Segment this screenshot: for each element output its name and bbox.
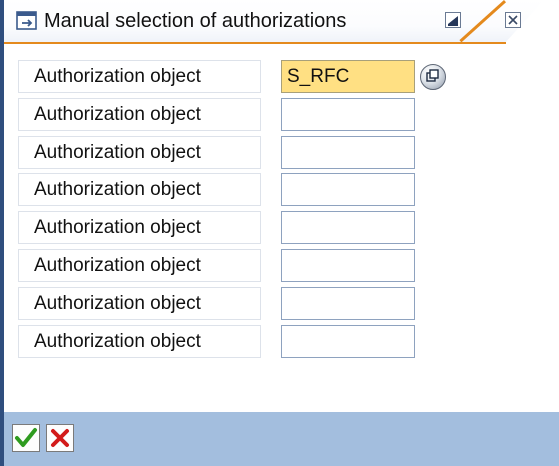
window-icon bbox=[16, 11, 37, 30]
dialog-title: Manual selection of authorizations bbox=[44, 10, 347, 32]
search-help-icon bbox=[426, 69, 439, 82]
cancel-icon bbox=[51, 429, 69, 447]
authorization-object-field[interactable] bbox=[281, 211, 415, 244]
close-icon bbox=[508, 15, 518, 25]
authorization-object-label: Authorization object bbox=[18, 325, 261, 358]
authorization-object-label: Authorization object bbox=[18, 249, 261, 282]
authorization-object-field[interactable] bbox=[281, 173, 415, 206]
ok-button[interactable] bbox=[12, 424, 40, 452]
authorization-object-label: Authorization object bbox=[18, 287, 261, 320]
dialog-left-frame bbox=[0, 0, 4, 466]
cancel-button[interactable] bbox=[46, 424, 74, 452]
authorization-dialog: Manual selection of authorizations Autho… bbox=[0, 0, 559, 466]
authorization-object-field[interactable] bbox=[281, 136, 415, 169]
dialog-footer bbox=[4, 412, 559, 466]
authorization-object-field[interactable] bbox=[281, 249, 415, 282]
title-bar[interactable]: Manual selection of authorizations bbox=[4, 0, 559, 50]
authorization-object-label: Authorization object bbox=[18, 173, 261, 206]
authorization-object-label: Authorization object bbox=[18, 136, 261, 169]
authorization-object-field[interactable] bbox=[281, 287, 415, 320]
authorization-object-label: Authorization object bbox=[18, 211, 261, 244]
authorization-object-field[interactable] bbox=[281, 325, 415, 358]
minimize-icon bbox=[447, 14, 459, 26]
checkmark-icon bbox=[15, 428, 37, 447]
minimize-button[interactable] bbox=[445, 12, 461, 28]
authorization-object-field[interactable]: S_RFC bbox=[281, 60, 415, 93]
title-underline bbox=[4, 42, 506, 44]
close-button[interactable] bbox=[505, 12, 521, 28]
authorization-object-label: Authorization object bbox=[18, 98, 261, 131]
authorization-object-label: Authorization object bbox=[18, 60, 261, 93]
search-help-button[interactable] bbox=[420, 64, 446, 90]
authorization-object-field[interactable] bbox=[281, 98, 415, 131]
